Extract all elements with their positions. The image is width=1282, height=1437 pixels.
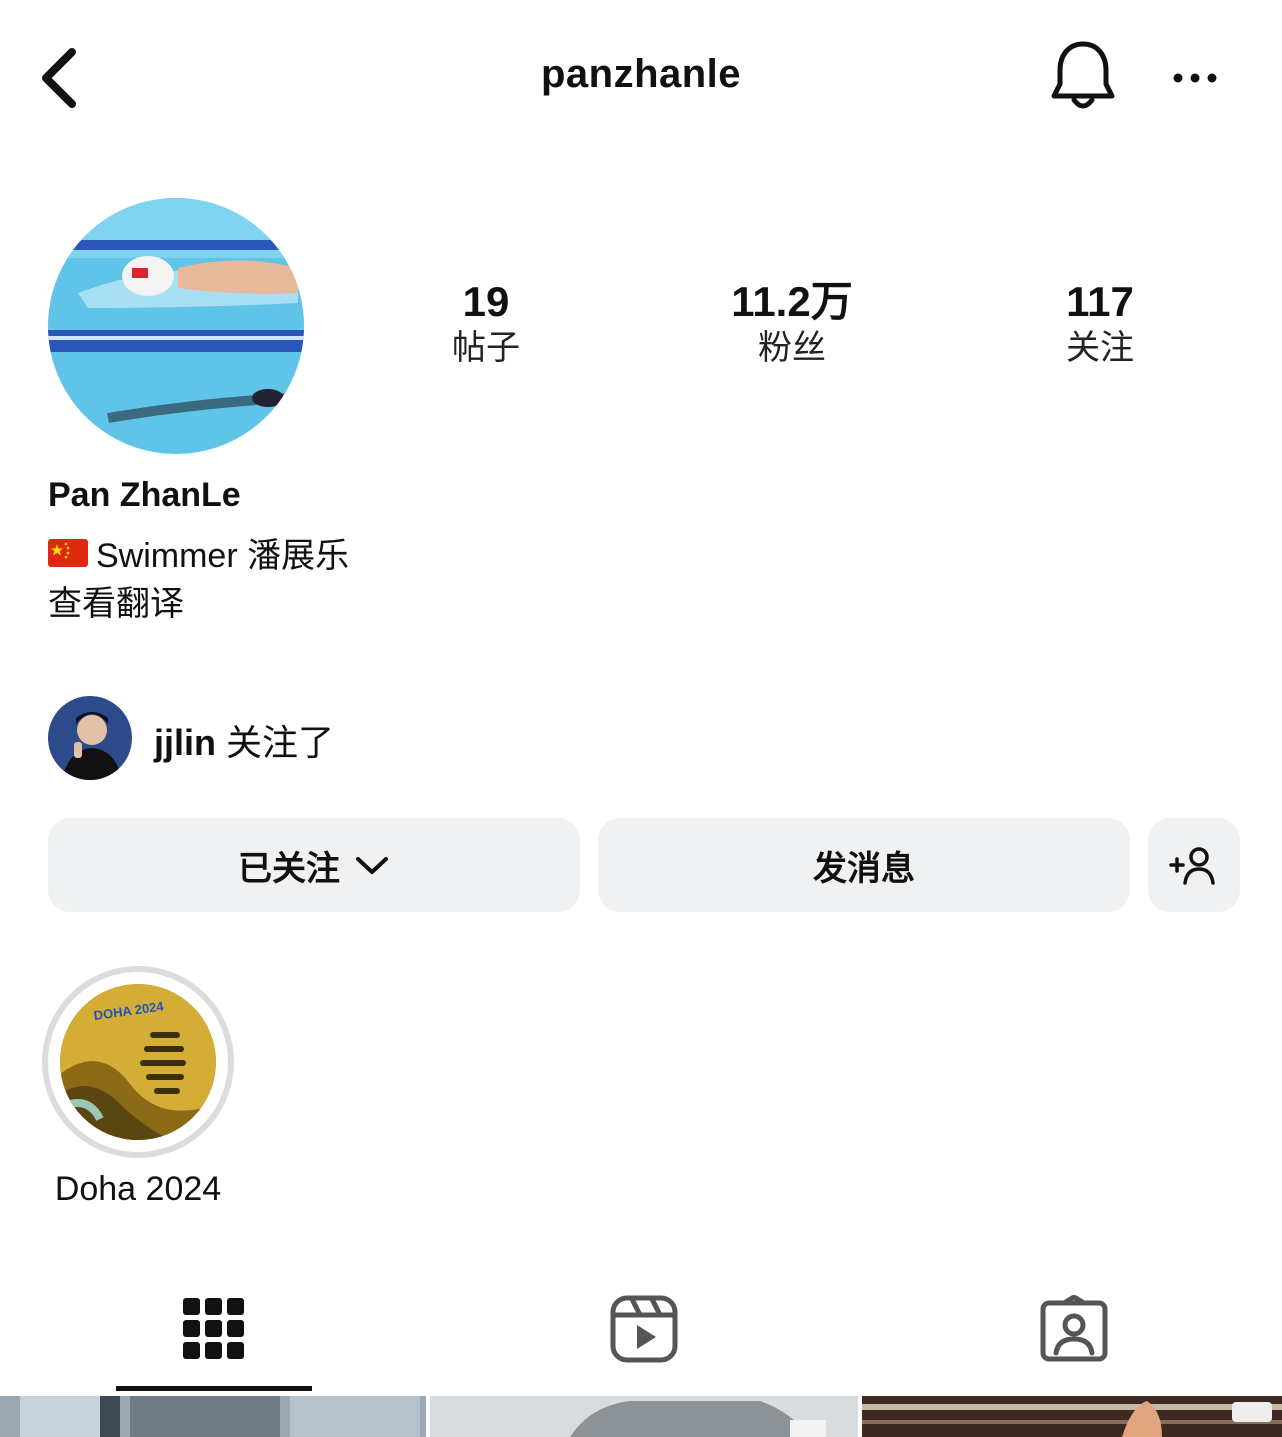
grid-icon (183, 1298, 244, 1359)
tab-reels[interactable] (596, 1286, 692, 1372)
following-count: 117 (1066, 278, 1134, 325)
active-tab-indicator (116, 1386, 312, 1391)
post-thumbnail[interactable] (0, 1396, 426, 1437)
followed-by-text: jjlin 关注了 (154, 714, 334, 766)
tagged-icon (1040, 1295, 1108, 1362)
tab-tagged[interactable] (1026, 1286, 1122, 1372)
reels-icon (610, 1295, 678, 1363)
gold-medal-image: DOHA 2024 (60, 984, 216, 1140)
bio-text: Swimmer 潘展乐 (96, 537, 350, 575)
user-photo (48, 696, 132, 780)
profile-avatar[interactable] (48, 198, 304, 454)
notifications-button[interactable] (1050, 38, 1116, 114)
followed-by-name[interactable]: jjlin (154, 722, 216, 763)
more-horizontal-icon (1173, 73, 1217, 83)
followers-stat[interactable]: 11.2万 粉丝 (682, 278, 902, 370)
tab-posts[interactable] (166, 1286, 262, 1372)
add-person-icon (1169, 847, 1215, 885)
message-button-label: 发消息 (813, 849, 915, 888)
chevron-down-icon (356, 857, 388, 874)
bell-icon (1051, 41, 1115, 109)
full-name: Pan ZhanLe (48, 476, 241, 514)
posts-stat[interactable]: 19 帖子 (376, 278, 596, 370)
china-flag-icon (48, 538, 88, 567)
message-button[interactable]: 发消息 (598, 818, 1130, 912)
post-image (430, 1396, 858, 1437)
post-thumbnail[interactable] (862, 1396, 1282, 1437)
bio: Swimmer 潘展乐 (48, 528, 349, 577)
posts-label: 帖子 (452, 329, 520, 367)
posts-count: 19 (462, 278, 510, 325)
swimmer-photo (48, 198, 304, 454)
post-image (862, 1396, 1282, 1437)
suggested-users-button[interactable] (1148, 818, 1240, 912)
followers-count: 11.2万 (731, 278, 853, 325)
see-translation-link[interactable]: 查看翻译 (48, 576, 184, 625)
following-button[interactable]: 已关注 (48, 818, 580, 912)
more-options-button[interactable] (1168, 60, 1224, 96)
story-highlight[interactable]: DOHA 2024 (42, 966, 234, 1158)
highlight-label: Doha 2024 (54, 1170, 222, 1208)
followed-by-suffix: 关注了 (216, 722, 335, 763)
following-button-label: 已关注 (238, 849, 340, 888)
followers-label: 粉丝 (758, 329, 826, 367)
post-thumbnail[interactable] (430, 1396, 858, 1437)
highlight-cover: DOHA 2024 (60, 984, 216, 1140)
following-label: 关注 (1066, 329, 1134, 367)
following-stat[interactable]: 117 关注 (990, 278, 1210, 370)
followed-by-avatar[interactable] (48, 696, 132, 780)
post-image (0, 1396, 426, 1437)
